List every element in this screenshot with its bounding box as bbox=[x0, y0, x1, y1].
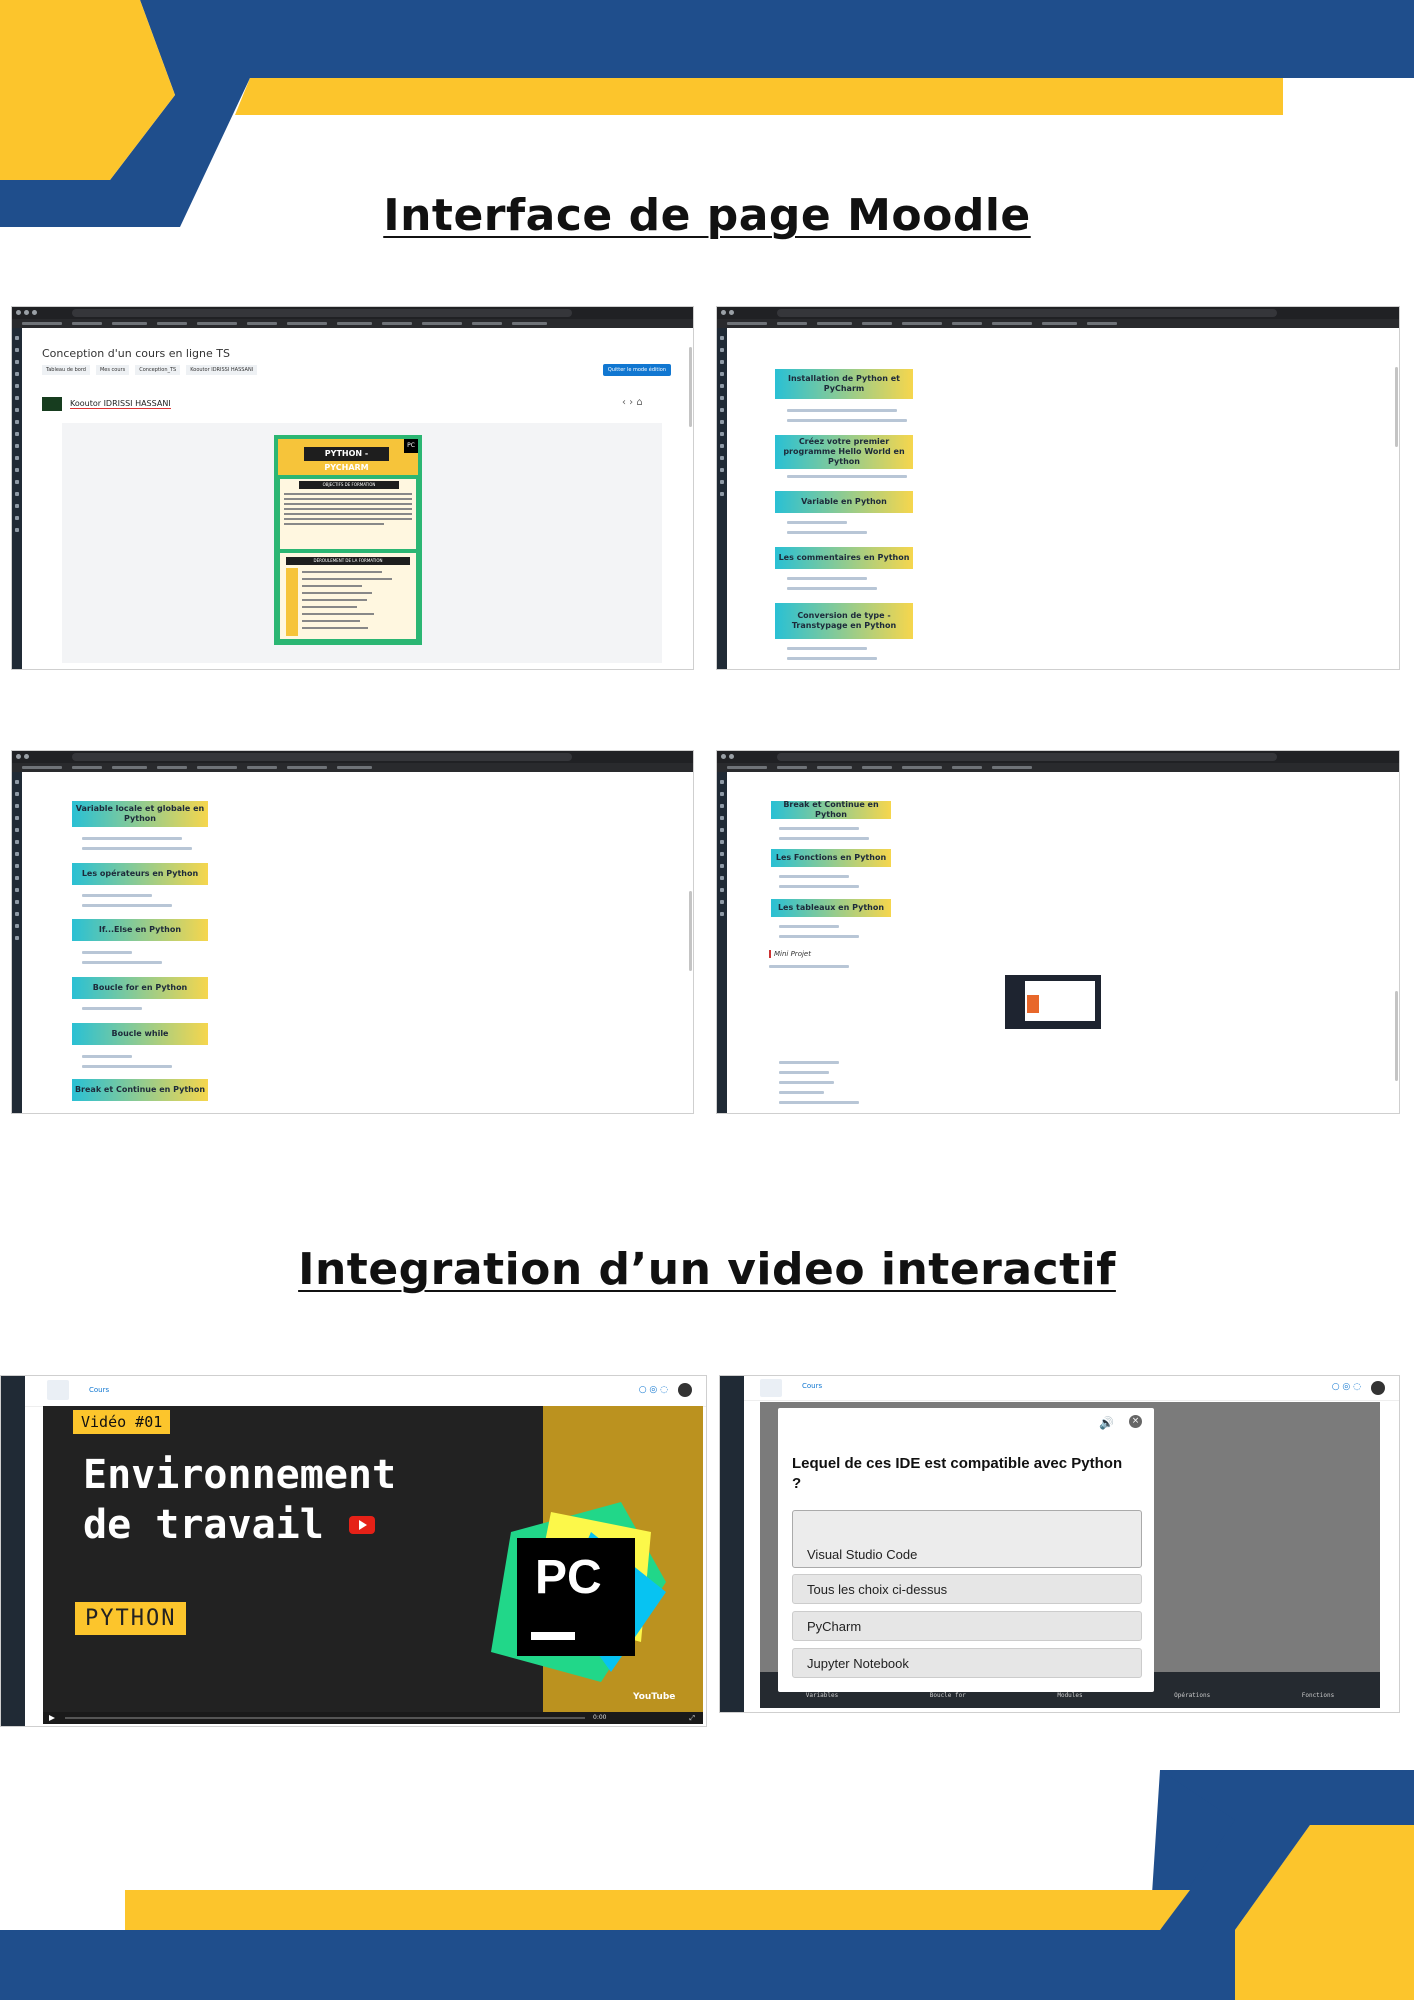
browser-toolbar bbox=[12, 307, 693, 319]
poster-title: PYTHON - PYCHARM bbox=[304, 447, 389, 472]
course-title: Conception d'un cours en ligne TS bbox=[42, 347, 230, 360]
moodle-sidebar bbox=[1, 1376, 25, 1726]
moodle-sidebar bbox=[12, 772, 22, 1113]
bottom-bar-label: Boucle for bbox=[929, 1692, 966, 1699]
section-badge: Les tableaux en Python bbox=[771, 899, 891, 917]
section-badge: Créez votre premier programme Hello Worl… bbox=[775, 435, 913, 469]
video-frame[interactable]: Vidéo #01 Environnement de travail PYTHO… bbox=[43, 1406, 703, 1716]
moodle-screenshot-sections-3: Break et Continue en Python Les Fonction… bbox=[716, 750, 1400, 1114]
sound-icon[interactable]: 🔊 bbox=[1099, 1416, 1114, 1430]
quiz-option-label: Tous les choix ci-dessus bbox=[807, 1582, 948, 1597]
play-icon[interactable] bbox=[49, 1715, 55, 1721]
mini-projet-video-thumbnail[interactable] bbox=[1005, 975, 1101, 1029]
section-badge: Les opérateurs en Python bbox=[72, 863, 208, 885]
moodle-navbar: Cours ○ ◎ ◌ bbox=[1, 1376, 706, 1407]
section-badge: Boucle while bbox=[72, 1023, 208, 1045]
section-thumbnail bbox=[42, 397, 62, 411]
fullscreen-icon[interactable]: ⤢ bbox=[689, 1714, 695, 1723]
video-title-line1: Environnement bbox=[83, 1452, 397, 1498]
moodle-navbar: Cours ○ ◎ ◌ bbox=[720, 1376, 1399, 1401]
edit-mode-button[interactable]: Quitter le mode édition bbox=[602, 364, 671, 376]
progress-bar[interactable] bbox=[65, 1717, 585, 1719]
bottom-banner-shapes bbox=[0, 1770, 1414, 2000]
quiz-option-label: PyCharm bbox=[807, 1619, 862, 1634]
section-badge: Variable en Python bbox=[775, 491, 913, 513]
moodle-sidebar bbox=[720, 1376, 744, 1712]
site-logo bbox=[760, 1379, 782, 1397]
quiz-question: Lequel de ces IDE est compatible avec Py… bbox=[792, 1455, 1123, 1492]
nav-arrows-icon[interactable]: ‹ › ⌂ bbox=[622, 397, 643, 408]
moodle-sidebar bbox=[717, 772, 727, 1113]
video-controls: 0:00 ⤢ bbox=[43, 1712, 703, 1724]
pycharm-logo-text: PC bbox=[535, 1551, 602, 1604]
section-badge: Boucle for en Python bbox=[72, 977, 208, 999]
moodle-screenshot-sections-2: Variable locale et globale en Python Les… bbox=[11, 750, 694, 1114]
section-badge: Les Fonctions en Python bbox=[771, 849, 891, 867]
youtube-watermark: YouTube bbox=[633, 1692, 676, 1702]
bottom-bar-label: Fonctions bbox=[1301, 1692, 1335, 1699]
site-logo bbox=[47, 1380, 69, 1400]
bottom-bar-label: Modules bbox=[1057, 1692, 1083, 1699]
breadcrumb-item[interactable]: Tableau de bord bbox=[42, 365, 90, 375]
quiz-option[interactable]: Tous les choix ci-dessus bbox=[792, 1574, 1142, 1604]
heading-video: Integration d’un video interactif bbox=[298, 1244, 1116, 1295]
breadcrumb-item[interactable]: Mes cours bbox=[95, 365, 130, 375]
quiz-option-label: Visual Studio Code bbox=[807, 1547, 918, 1562]
quiz-option-label: Jupyter Notebook bbox=[807, 1656, 909, 1671]
notification-icon[interactable]: ○ ◎ ◌ bbox=[1332, 1382, 1361, 1392]
video-tag: PYTHON bbox=[75, 1602, 187, 1635]
quiz-option[interactable]: PyCharm bbox=[792, 1611, 1142, 1641]
quiz-option[interactable]: Visual Studio Code bbox=[792, 1510, 1142, 1568]
poster-objectifs-label: OBJECTIFS DE FORMATION bbox=[299, 481, 399, 489]
section-badge: If...Else en Python bbox=[72, 919, 208, 941]
section-badge: Conversion de type - Transtypage en Pyth… bbox=[775, 603, 913, 639]
poster-deroulement-label: DÉROULEMENT DE LA FORMATION bbox=[286, 557, 410, 565]
section-badge: Break et Continue en Python bbox=[771, 800, 891, 819]
bottom-bar-label: Variables bbox=[805, 1692, 839, 1699]
nav-courses-link[interactable]: Cours bbox=[89, 1386, 109, 1394]
moodle-sidebar bbox=[717, 328, 727, 669]
video-time: 0:00 bbox=[593, 1714, 607, 1721]
mini-projet-label: Mini Projet bbox=[769, 950, 811, 958]
quiz-option[interactable]: Jupyter Notebook bbox=[792, 1648, 1142, 1678]
avatar[interactable] bbox=[1371, 1381, 1385, 1395]
moodle-screenshot-course: Conception d'un cours en ligne TS Tablea… bbox=[11, 306, 694, 670]
quiz-screenshot: Cours ○ ◎ ◌ Variables Boucle for Modules… bbox=[719, 1375, 1400, 1713]
section-badge: Variable locale et globale en Python bbox=[72, 801, 208, 827]
youtube-logo-icon bbox=[349, 1516, 375, 1534]
section-badge: Installation de Python et PyCharm bbox=[775, 369, 913, 399]
section-title[interactable]: Kooutor IDRISSI HASSANI bbox=[70, 399, 171, 409]
video-badge: Vidéo #01 bbox=[73, 1410, 171, 1434]
video-screenshot: Cours ○ ◎ ◌ Vidéo #01 Environnement de t… bbox=[0, 1375, 707, 1727]
heading-moodle: Interface de page Moodle bbox=[383, 190, 1031, 241]
moodle-sidebar bbox=[12, 328, 22, 669]
moodle-screenshot-sections-1: Installation de Python et PyCharm Créez … bbox=[716, 306, 1400, 670]
quiz-dialog: 🔊 × Lequel de ces IDE est compatible ave… bbox=[778, 1408, 1154, 1692]
video-title-line2: de travail bbox=[83, 1502, 324, 1548]
breadcrumb-item[interactable]: Kooutor IDRISSI HASSANI bbox=[186, 365, 258, 375]
close-icon[interactable]: × bbox=[1129, 1415, 1142, 1428]
breadcrumb-item[interactable]: Conception_TS bbox=[135, 365, 181, 375]
section-badge: Break et Continue en Python bbox=[72, 1079, 208, 1101]
bottom-bar-label: Opérations bbox=[1174, 1692, 1211, 1699]
avatar[interactable] bbox=[678, 1383, 692, 1397]
breadcrumb: Tableau de bord Mes cours Conception_TS … bbox=[42, 365, 258, 375]
nav-courses-link[interactable]: Cours bbox=[802, 1382, 822, 1390]
bookmarks-bar bbox=[12, 319, 693, 328]
poster: PYTHON - PYCHARM PC OBJECTIFS DE FORMATI… bbox=[274, 435, 422, 645]
section-badge: Les commentaires en Python bbox=[775, 547, 913, 569]
notification-icon[interactable]: ○ ◎ ◌ bbox=[639, 1385, 668, 1395]
